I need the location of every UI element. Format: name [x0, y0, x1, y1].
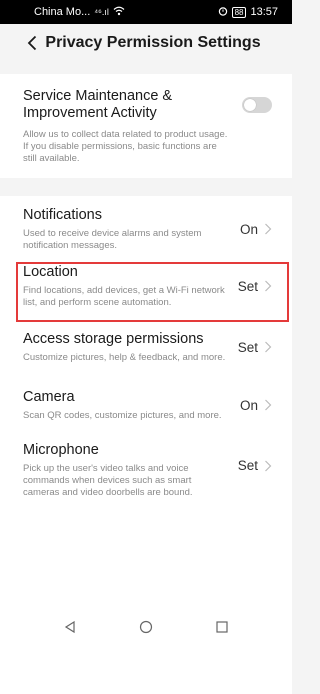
permission-desc: Used to receive device alarms and system… — [23, 227, 202, 251]
permission-value: On — [239, 221, 258, 237]
service-desc: Allow us to collect data related to prod… — [23, 129, 228, 164]
permission-title: Camera — [23, 388, 75, 405]
permission-title: Access storage permissions — [23, 330, 204, 347]
permission-desc: Find locations, add devices, get a Wi-Fi… — [23, 284, 225, 308]
alarm-icon — [218, 6, 228, 19]
carrier-label: China Mo... — [34, 6, 91, 18]
permission-value: Set — [237, 339, 258, 355]
toggle-knob — [244, 99, 256, 111]
chevron-right-icon — [265, 341, 272, 353]
battery-icon: 88 — [231, 6, 247, 18]
wifi-icon — [113, 6, 125, 19]
service-card: Service Maintenance & Improvement Activi… — [0, 74, 292, 178]
permission-desc: Scan QR codes, customize pictures, and m… — [23, 409, 222, 421]
nav-recents-button[interactable] — [192, 610, 252, 644]
signal-icon: ⁴⁶.ıl — [94, 7, 109, 17]
permission-title: Notifications — [23, 206, 102, 223]
nav-back-button[interactable] — [40, 610, 100, 644]
chevron-right-icon — [265, 280, 272, 292]
permission-desc: Customize pictures, help & feedback, and… — [23, 351, 226, 363]
status-bar: China Mo... ⁴⁶.ıl 88 13:57 — [0, 0, 292, 24]
permission-row-camera[interactable]: Camera Scan QR codes, customize pictures… — [0, 378, 292, 432]
permission-row-storage[interactable]: Access storage permissions Customize pic… — [0, 316, 292, 378]
permission-value: Set — [237, 278, 258, 294]
permission-value: Set — [237, 458, 258, 473]
chevron-left-icon — [27, 35, 37, 51]
back-triangle-icon — [64, 620, 75, 634]
permission-desc: Pick up the user's video talks and voice… — [23, 463, 193, 498]
nav-home-button[interactable] — [116, 610, 176, 644]
permission-row-location[interactable]: Location Find locations, add devices, ge… — [0, 256, 292, 316]
back-button[interactable] — [20, 31, 44, 55]
clock: 13:57 — [250, 6, 278, 18]
permission-title: Microphone — [23, 442, 99, 458]
chevron-right-icon — [265, 460, 272, 471]
recents-square-icon — [216, 621, 228, 633]
chevron-right-icon — [265, 399, 272, 411]
home-circle-icon — [139, 620, 153, 634]
service-title: Service Maintenance & Improvement Activi… — [23, 88, 173, 121]
header: Privacy Permission Settings — [0, 24, 292, 62]
permission-value: On — [239, 397, 258, 413]
navigation-bar — [0, 610, 292, 644]
service-maintenance-row: Service Maintenance & Improvement Activi… — [0, 74, 292, 178]
permission-row-microphone[interactable]: Microphone Pick up the user's video talk… — [0, 432, 292, 694]
service-toggle[interactable] — [242, 97, 272, 113]
chevron-right-icon — [265, 223, 272, 235]
permission-title: Location — [23, 263, 78, 280]
permission-row-notifications[interactable]: Notifications Used to receive device ala… — [0, 196, 292, 256]
